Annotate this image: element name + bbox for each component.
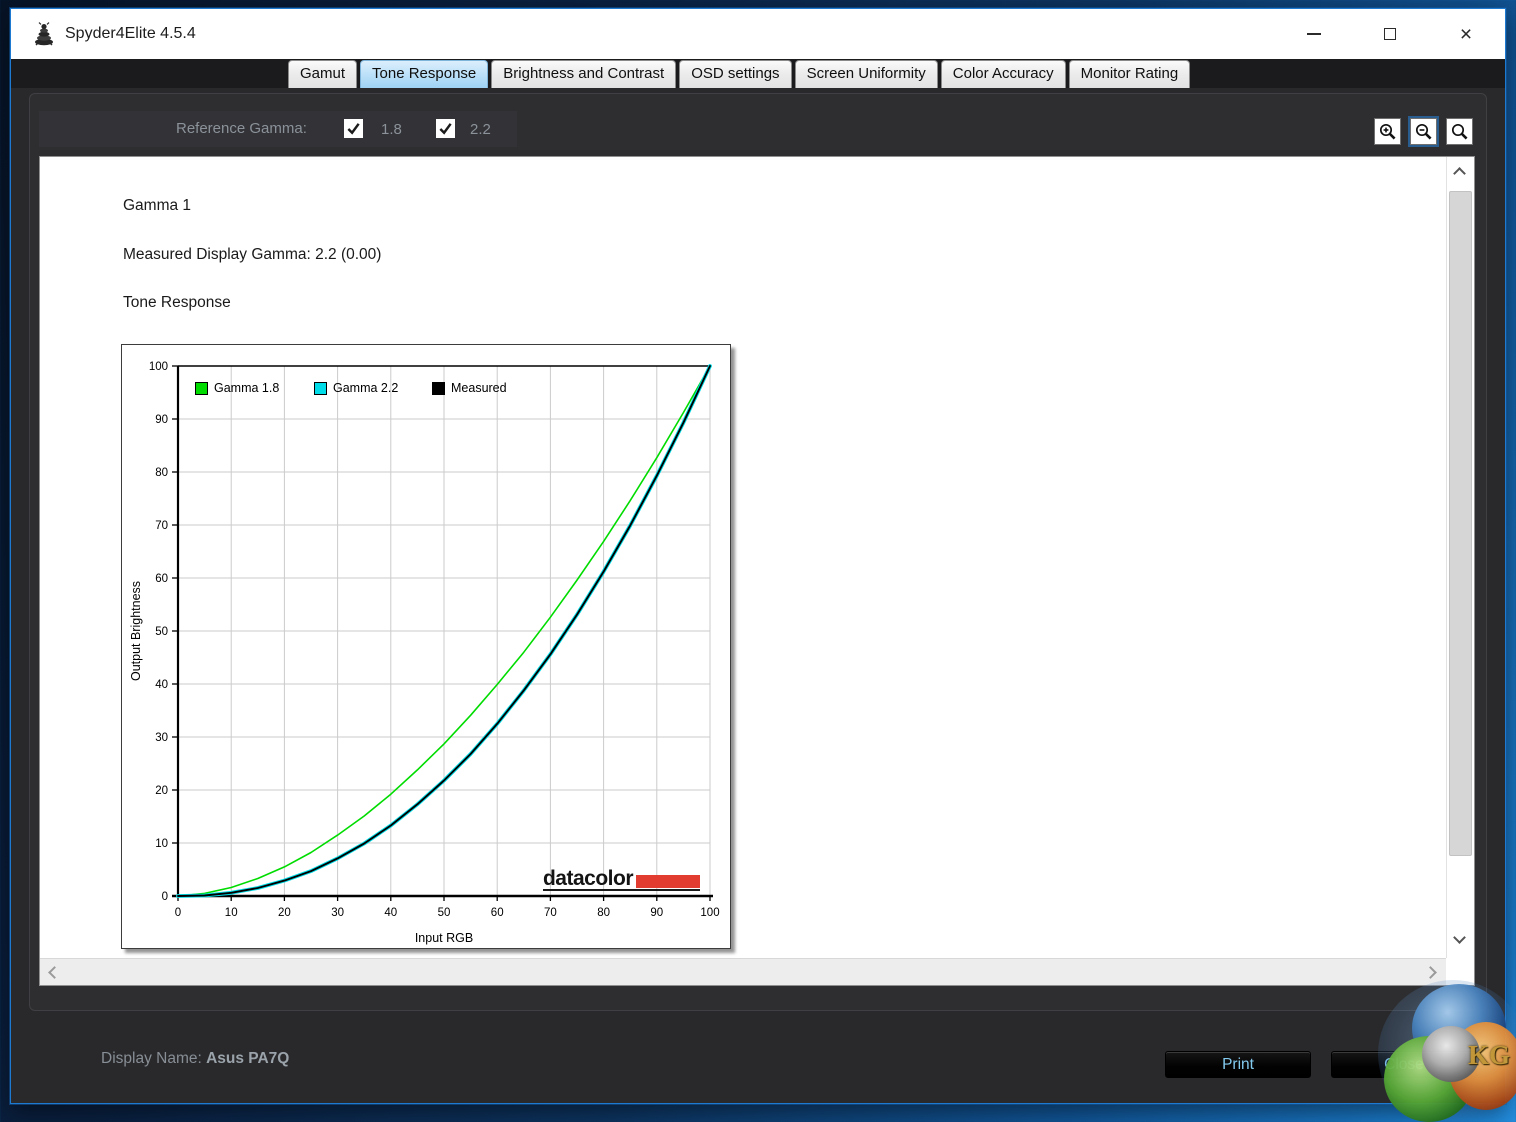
zoom-out-button[interactable] [1410,118,1437,145]
print-button[interactable]: Print [1165,1051,1311,1078]
svg-text:40: 40 [155,679,168,691]
svg-text:80: 80 [597,907,610,919]
svg-text:20: 20 [155,785,168,797]
svg-text:100: 100 [149,361,168,373]
titlebar: Spyder4Elite 4.5.4 × [11,9,1505,59]
svg-text:Output Brightness: Output Brightness [129,581,143,681]
svg-text:Input RGB: Input RGB [415,931,473,945]
minimize-button[interactable] [1301,21,1327,47]
legend-item-gamma-2-2: Gamma 2.2 [314,381,398,395]
gamma-2-2-checkbox[interactable] [436,119,455,138]
window-title: Spyder4Elite 4.5.4 [65,25,196,43]
legend-swatch-black [432,382,445,395]
scroll-up-icon[interactable] [1453,167,1466,180]
svg-text:0: 0 [162,891,168,903]
svg-text:0: 0 [175,907,181,919]
legend-item-measured: Measured [432,381,507,395]
scroll-down-icon[interactable] [1453,931,1466,944]
svg-text:70: 70 [155,520,168,532]
tab-screen-uniformity[interactable]: Screen Uniformity [795,60,938,88]
legend-swatch-cyan [314,382,327,395]
tab-osd-settings[interactable]: OSD settings [679,60,791,88]
tone-response-chart: 0 10 20 30 40 50 60 70 80 90 100 0 10 20 30 40 50 60 70 80 9… [121,344,731,949]
chart-canvas: 0 10 20 30 40 50 60 70 80 90 100 0 10 20 30 40 50 60 70 80 9… [122,345,732,950]
vertical-scrollbar[interactable] [1446,157,1474,958]
gamma-2-2-label: 2.2 [470,121,491,138]
close-button[interactable]: Close [1331,1051,1477,1078]
report-heading: Gamma 1 [123,197,191,215]
tab-tone-response[interactable]: Tone Response [360,60,488,88]
svg-text:60: 60 [491,907,504,919]
svg-text:70: 70 [544,907,557,919]
horizontal-scrollbar[interactable] [40,958,1447,985]
datacolor-logo: datacolor [543,870,700,891]
report-page: Gamma 1 Measured Display Gamma: 2.2 (0.0… [40,157,1447,958]
tab-color-accuracy[interactable]: Color Accuracy [941,60,1066,88]
svg-text:90: 90 [650,907,663,919]
close-window-button[interactable]: × [1453,21,1479,47]
zoom-out-icon [1414,122,1434,142]
tab-monitor-rating[interactable]: Monitor Rating [1069,60,1191,88]
legend-swatch-green [195,382,208,395]
scrollbar-corner [1446,958,1474,985]
reference-gamma-row: Reference Gamma: 1.8 2.2 [39,111,517,147]
display-name-label: Display Name: [101,1050,202,1067]
report-viewport: Gamma 1 Measured Display Gamma: 2.2 (0.0… [39,156,1475,986]
scroll-left-icon[interactable] [48,966,61,979]
legend-item-gamma-1-8: Gamma 1.8 [195,381,279,395]
app-window: Spyder4Elite 4.5.4 × Gamut Tone Response… [10,8,1506,1104]
svg-text:30: 30 [155,732,168,744]
svg-text:10: 10 [225,907,238,919]
display-name-value: Asus PA7Q [206,1050,289,1067]
display-name: Display Name: Asus PA7Q [101,1050,289,1068]
svg-text:20: 20 [278,907,291,919]
zoom-reset-button[interactable] [1446,118,1473,145]
measured-gamma-line: Measured Display Gamma: 2.2 (0.00) [123,246,381,264]
spyder-app-icon [31,21,57,47]
checkmark-icon [346,121,361,136]
zoom-toolbar [1374,118,1473,145]
minimize-icon [1307,33,1321,35]
svg-text:100: 100 [700,907,719,919]
svg-text:40: 40 [384,907,397,919]
zoom-in-button[interactable] [1374,118,1401,145]
svg-text:50: 50 [438,907,451,919]
tab-bar: Gamut Tone Response Brightness and Contr… [11,59,1505,88]
maximize-icon [1384,28,1396,40]
gamma-1-8-label: 1.8 [381,121,402,138]
scroll-right-icon[interactable] [1424,966,1437,979]
checkmark-icon [438,121,453,136]
reference-gamma-label: Reference Gamma: [176,120,307,137]
gamma-1-8-checkbox[interactable] [344,119,363,138]
tab-gamut[interactable]: Gamut [288,60,357,88]
maximize-button[interactable] [1377,21,1403,47]
tab-brightness-contrast[interactable]: Brightness and Contrast [491,60,676,88]
datacolor-red-bar [636,875,700,888]
svg-text:10: 10 [155,838,168,850]
svg-text:80: 80 [155,467,168,479]
svg-text:50: 50 [155,626,168,638]
section-title: Tone Response [123,294,231,312]
zoom-in-icon [1378,122,1398,142]
vertical-scroll-thumb[interactable] [1449,191,1472,856]
svg-text:30: 30 [331,907,344,919]
svg-text:90: 90 [155,414,168,426]
svg-text:60: 60 [155,573,168,585]
zoom-reset-icon [1450,122,1470,142]
window-controls: × [1301,9,1479,59]
